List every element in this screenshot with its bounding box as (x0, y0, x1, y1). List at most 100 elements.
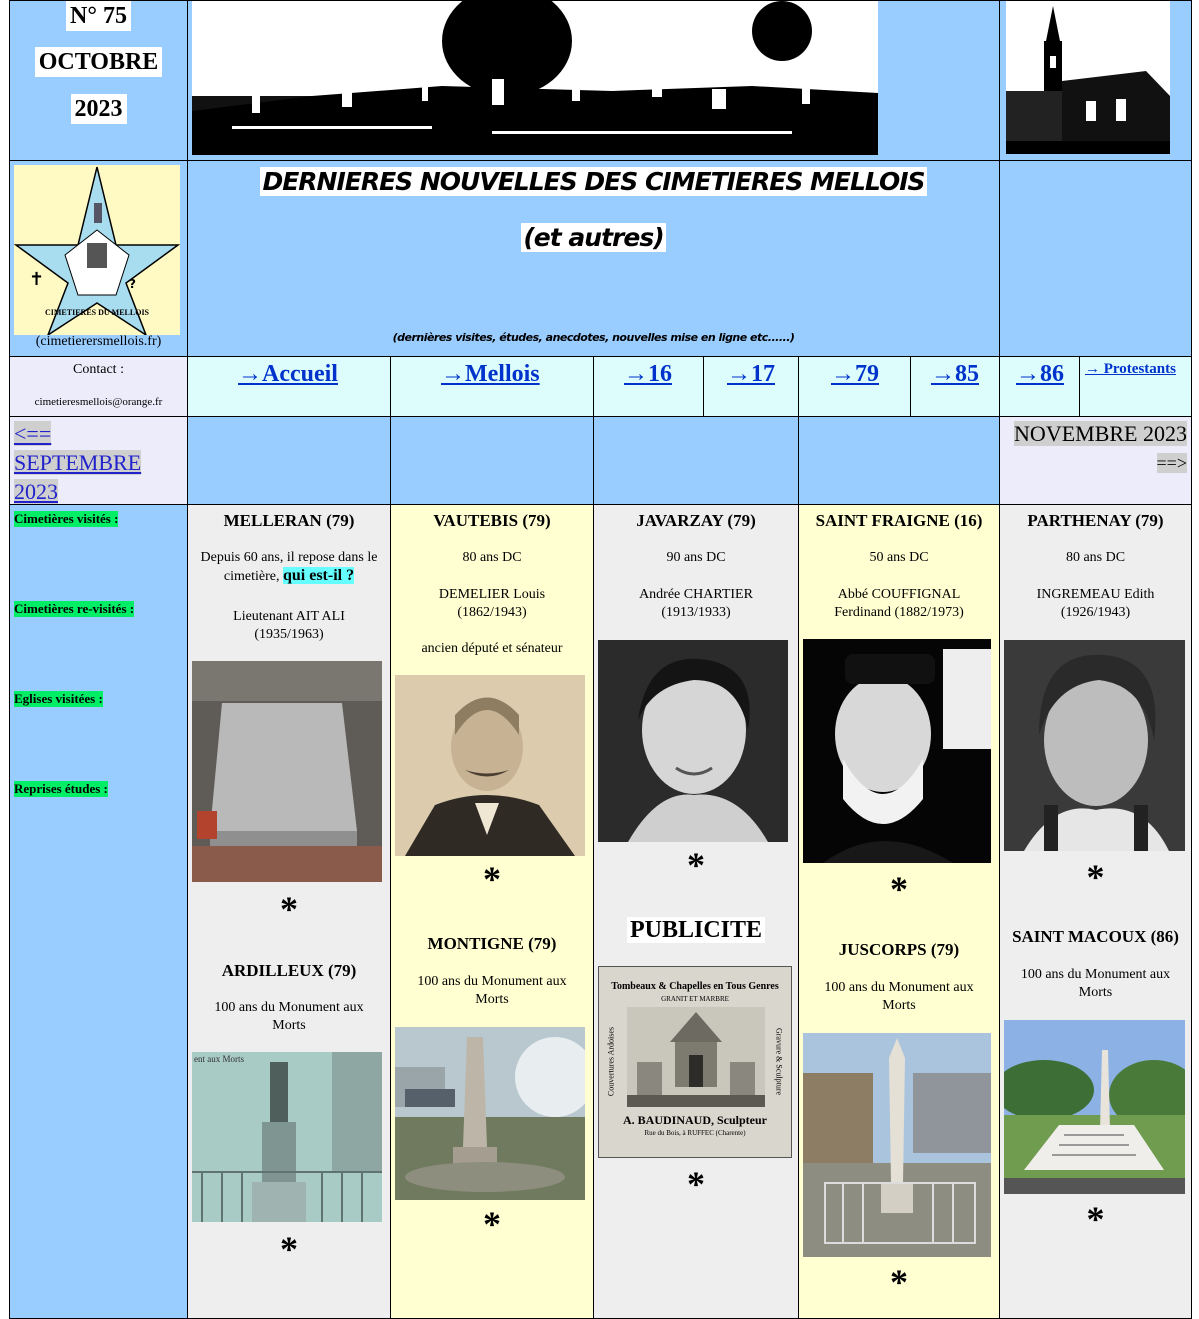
person-dates: (1926/1943) (1060, 605, 1131, 620)
separator-star-2: * (1086, 1199, 1105, 1239)
page-title: DERNIERES NOUVELLES DES CIMETIERES MELLO… (260, 167, 927, 196)
ad-address: Rue du Bois, à RUFFEC (Charente) (644, 1129, 746, 1137)
nav-link-mellois[interactable]: →Mellois (441, 361, 540, 388)
separator-star: * (687, 845, 705, 885)
nav-link-79[interactable]: →79 (831, 361, 879, 388)
column-saint-fraigne: SAINT FRAIGNE (16) 50 ans DC Abbé COUFFI… (798, 504, 1000, 1319)
monument-photo-juscorps[interactable] (803, 1033, 991, 1257)
sidebar-label-revisited: Cimetières re-visités : (14, 601, 135, 617)
grave-photo[interactable] (192, 661, 382, 882)
deceased-years: 80 ans DC (1065, 550, 1126, 565)
prev-month-link[interactable]: SEPTEMBRE (14, 450, 142, 475)
nav-17-cell: →17 (703, 356, 799, 417)
advertising-heading: PUBLICITE (626, 917, 766, 943)
person-dates: (1862/1943) (457, 605, 527, 620)
svg-text:?: ? (129, 277, 136, 291)
ad-side-right: Gravure & Sculpture (774, 1027, 784, 1096)
column-title: VAUTEBIS (79) (433, 511, 551, 530)
next-month-link[interactable]: NOVEMBRE 2023 (1014, 421, 1187, 446)
separator-star-2: * (890, 1262, 908, 1302)
person-dates: Ferdinand (1882/1973) (834, 605, 964, 620)
issue-number: N° 75 (66, 1, 131, 31)
separator-star: * (890, 869, 908, 909)
nav-accueil-cell: →Accueil (187, 356, 391, 417)
svg-text:✝: ✝ (29, 269, 44, 290)
separator-star-2: * (687, 1164, 705, 1204)
column-text-2: 100 ans du Monument aux Morts (214, 1000, 364, 1033)
sidebar-label-churches: Eglises visitées : (14, 691, 103, 707)
title-cell: DERNIERES NOUVELLES DES CIMETIERES MELLO… (187, 160, 1000, 357)
nav-protestants-cell: → Protestants (1079, 356, 1192, 417)
monument-photo-ardilleux[interactable]: ent aux Morts (192, 1052, 382, 1222)
image-caption: ent aux Morts (194, 1054, 244, 1064)
column-text: Depuis 60 ans, il repose dans le cimetiè… (200, 550, 378, 584)
site-url: (cimetierersmellois.fr) (35, 334, 162, 349)
row4-blank-4 (798, 416, 1000, 505)
column-title-2: JUSCORPS (79) (838, 940, 960, 959)
ad-line-2: GRANIT ET MARBRE (661, 995, 729, 1003)
separator-star: * (1086, 857, 1105, 897)
column-title: MELLERAN (79) (223, 511, 355, 530)
sidebar: Cimetières visités : Cimetières re-visit… (9, 504, 188, 1319)
monument-photo-saint-macoux[interactable] (1004, 1020, 1185, 1194)
row4-blank-3 (593, 416, 799, 505)
sidebar-label-studies: Reprises études : (14, 781, 108, 797)
person-name: DEMELIER Louis (438, 587, 546, 602)
column-text-2: 100 ans du Monument aux Morts (824, 980, 974, 1013)
portrait-couffignal[interactable] (803, 639, 991, 863)
nav-16-cell: →16 (593, 356, 704, 417)
nav-link-86[interactable]: →86 (1016, 361, 1064, 388)
separator-star: * (280, 889, 298, 929)
issue-box: N° 75 OCTOBRE 2023 (9, 0, 188, 161)
nav-link-accueil[interactable]: →Accueil (238, 361, 338, 388)
separator-star-2: * (483, 1204, 501, 1244)
cemetery-banner-image (192, 1, 878, 155)
nav-79-cell: →79 (798, 356, 911, 417)
page-subtitle: (et autres) (521, 223, 666, 252)
deceased-years: 50 ans DC (869, 550, 929, 565)
person-role: ancien député et sénateur (421, 641, 563, 656)
next-month-cell: NOVEMBRE 2023 ==> (999, 416, 1192, 505)
nav-link-16[interactable]: →16 (624, 361, 672, 388)
portrait-ingremeau[interactable] (1004, 640, 1185, 851)
person-name: INGREMEAU Edith (1036, 587, 1155, 602)
column-text-2: 100 ans du Monument aux Morts (417, 974, 567, 1007)
church-image (1006, 1, 1170, 154)
column-title-2: ARDILLEUX (79) (221, 961, 357, 980)
separator-star-2: * (280, 1229, 298, 1269)
person-dates: (1935/1963) (254, 627, 324, 642)
separator-star: * (483, 859, 501, 899)
monument-photo-montigne[interactable] (395, 1027, 585, 1200)
column-title-2: MONTIGNE (79) (427, 934, 557, 953)
sidebar-label-visited: Cimetières visités : (14, 511, 119, 527)
logo-text: CIMETIERES DU MELLOIS (45, 308, 150, 317)
person-name: Andrée CHARTIER (639, 587, 753, 602)
advertisement-baudinaud[interactable]: Tombeaux & Chapelles en Tous Genres GRAN… (598, 966, 792, 1158)
church-cell (999, 0, 1192, 161)
person-name: Lieutenant AIT ALI (233, 609, 345, 624)
nav-link-protestants[interactable]: → Protestants (1085, 361, 1176, 378)
column-title: JAVARZAY (79) (636, 511, 756, 530)
issue-year: 2023 (70, 94, 127, 124)
column-javarzay: JAVARZAY (79) 90 ans DC Andrée CHARTIER … (593, 504, 799, 1319)
ad-name: A. BAUDINAUD, Sculpteur (622, 1113, 767, 1127)
next-month-arrow[interactable]: ==> (1156, 453, 1187, 473)
logo: ✝ ? CIMETIERES DU MELLOIS (13, 165, 181, 337)
issue-month: OCTOBRE (34, 47, 163, 77)
prev-month-year[interactable]: 2023 (14, 479, 58, 504)
row4-blank-2 (390, 416, 594, 505)
ad-line-1: Tombeaux & Chapelles en Tous Genres (611, 981, 779, 992)
nav-link-85[interactable]: →85 (931, 361, 979, 388)
contact-email[interactable]: cimetieresmellois@orange.fr (10, 396, 187, 408)
row4-blank-1 (187, 416, 391, 505)
logo-cell: ✝ ? CIMETIERES DU MELLOIS (cimetierersme… (9, 160, 188, 357)
portrait-chartier[interactable] (598, 640, 788, 842)
deceased-years: 90 ans DC (666, 550, 726, 565)
column-title: SAINT FRAIGNE (16) (815, 511, 983, 530)
prev-month-arrow[interactable]: <== (14, 421, 52, 446)
portrait-demelier[interactable] (395, 675, 585, 856)
empty-cell-right (999, 160, 1192, 357)
ad-side-left: Couvertures Ardoises (606, 1026, 616, 1097)
nav-link-17[interactable]: →17 (727, 361, 775, 388)
column-parthenay: PARTHENAY (79) 80 ans DC INGREMEAU Edith… (999, 504, 1192, 1319)
